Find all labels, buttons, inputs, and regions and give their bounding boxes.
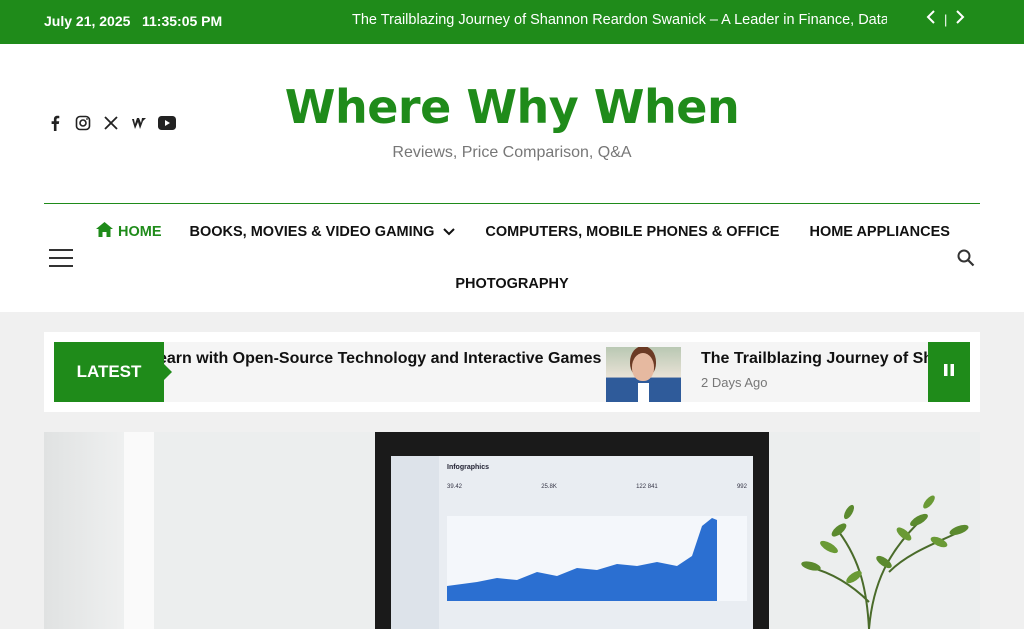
dashboard-screen: Infographics 39.42 25.8K 122 841 992 xyxy=(391,456,753,629)
latest-label: LATEST xyxy=(54,342,172,402)
top-headline-link[interactable]: The Trailblazing Journey of Shannon Rear… xyxy=(352,12,887,28)
hamburger-icon[interactable] xyxy=(49,249,73,267)
screen-area-chart xyxy=(447,518,717,601)
ticker-item-link[interactable]: earn with Open-Source Technology and Int… xyxy=(158,350,601,368)
pause-button[interactable] xyxy=(928,342,970,402)
nav-item-books-movies-gaming[interactable]: BOOKS, MOVIES & VIDEO GAMING xyxy=(190,224,456,240)
nav-item-photography[interactable]: PHOTOGRAPHY xyxy=(455,276,568,292)
top-bar: July 21, 2025 11:35:05 PM The Trailblazi… xyxy=(0,0,1024,44)
site-title[interactable]: Where Why When xyxy=(0,80,1024,134)
chevron-right-icon[interactable] xyxy=(955,10,965,29)
nav-item-home[interactable]: HOME xyxy=(96,222,162,241)
plant-illustration xyxy=(801,495,969,629)
monitor-illustration: Infographics 39.42 25.8K 122 841 992 xyxy=(375,432,769,629)
ticker-item-link[interactable]: The Trailblazing Journey of Sha xyxy=(701,350,942,368)
home-icon xyxy=(96,222,113,241)
current-time: 11:35:05 PM xyxy=(142,13,223,29)
screen-kpis: 39.42 25.8K 122 841 992 xyxy=(447,484,747,490)
hero-image[interactable]: Infographics 39.42 25.8K 122 841 992 xyxy=(44,432,980,629)
chevron-left-icon[interactable] xyxy=(926,10,936,29)
site-brand: Where Why When Reviews, Price Comparison… xyxy=(0,80,1024,162)
current-date: July 21, 2025 xyxy=(44,13,131,29)
nav-item-label: HOME xyxy=(118,223,162,240)
screen-title: Infographics xyxy=(447,464,490,471)
nav-item-label: BOOKS, MOVIES & VIDEO GAMING xyxy=(189,223,435,240)
latest-ticker: LATEST earn with Open-Source Technology … xyxy=(44,332,980,412)
nav-item-computers-phones-office[interactable]: COMPUTERS, MOBILE PHONES & OFFICE xyxy=(485,224,779,240)
arrow-separator: | xyxy=(944,12,948,27)
ticker-item-date: 2 Days Ago xyxy=(701,375,768,390)
search-icon[interactable] xyxy=(957,249,975,272)
nav-item-home-appliances[interactable]: HOME APPLIANCES xyxy=(809,224,949,240)
chevron-down-icon xyxy=(443,224,456,240)
site-header: Where Why When Reviews, Price Comparison… xyxy=(0,44,1024,312)
ticker-item-thumbnail[interactable] xyxy=(606,347,681,402)
nav-divider xyxy=(44,203,980,204)
pause-icon xyxy=(944,363,954,381)
site-tagline: Reviews, Price Comparison, Q&A xyxy=(392,144,632,161)
headline-arrows: | xyxy=(926,10,965,29)
